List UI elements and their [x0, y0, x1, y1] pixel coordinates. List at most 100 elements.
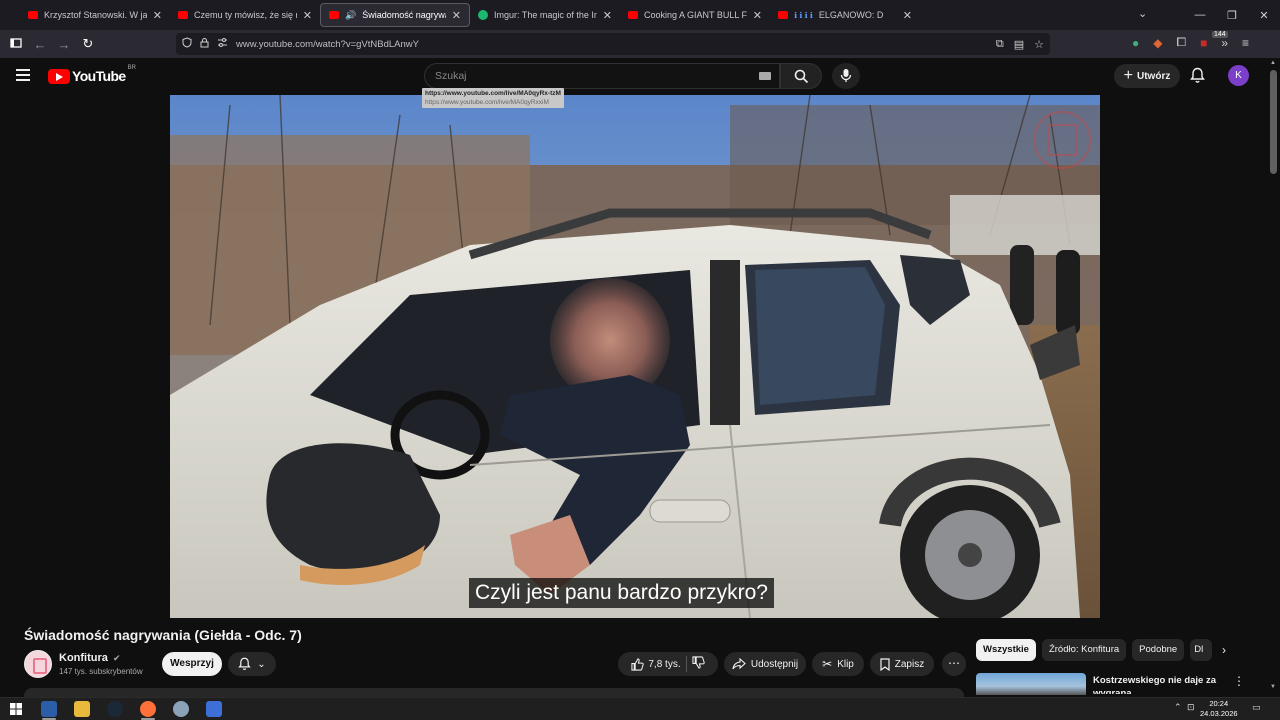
flag-emoji-prefix: ℹ ℹ ℹ ℹ — [794, 10, 813, 20]
back-arrow-icon[interactable]: ← — [28, 37, 52, 52]
extension-fox-icon[interactable]: ◆ — [1153, 36, 1162, 50]
share-button[interactable]: Udostępnij — [724, 652, 806, 676]
video-title: Świadomość nagrywania (Giełda - Odc. 7) — [24, 627, 302, 643]
scissors-icon: ✂ — [822, 657, 833, 671]
hamburger-menu-icon[interactable]: ≡ — [1242, 36, 1249, 50]
notifications-bell-icon[interactable] — [1190, 67, 1205, 89]
search-icon — [794, 69, 809, 84]
youtube-icon — [778, 11, 788, 19]
calculator-icon[interactable] — [206, 701, 222, 717]
tooltip-line-1: https://www.youtube.com/live/MA0qyRx-tzM — [425, 90, 561, 97]
close-tab-icon[interactable]: ✕ — [303, 9, 312, 22]
channel-name[interactable]: Konfitura ✔ — [59, 652, 121, 664]
close-tab-icon[interactable]: ✕ — [903, 9, 912, 22]
country-code: BR — [127, 65, 136, 71]
tab-title: Świadomość nagrywania (G — [362, 10, 446, 20]
channel-avatar[interactable] — [24, 650, 52, 678]
bookmark-star-icon[interactable]: ☆ — [1034, 38, 1044, 51]
taskbar-app-icon[interactable] — [173, 701, 189, 717]
shield-icon[interactable] — [182, 37, 192, 51]
list-all-tabs-icon[interactable]: ⌄ — [1138, 7, 1147, 20]
chip-source[interactable]: Źródło: Konfitura — [1041, 639, 1127, 661]
video-player[interactable] — [170, 95, 1100, 618]
logo-wordmark: YouTube — [72, 68, 126, 84]
page-scrollbar[interactable]: ▲ ▼ — [1268, 58, 1280, 698]
save-button[interactable]: Zapisz — [870, 652, 934, 676]
browser-tab-2[interactable]: Czemu ty mówisz, że się na cieb ✕ — [170, 0, 320, 30]
steam-icon[interactable] — [107, 701, 123, 717]
scroll-down-icon[interactable]: ▼ — [1270, 684, 1276, 690]
urlbar-actions: ⧉ ▤ ☆ — [996, 38, 1044, 51]
tab-title: ELGANOWO: D — [818, 10, 884, 20]
speaker-icon[interactable]: 🔊 — [345, 10, 356, 21]
sidebar-toggle-icon[interactable] — [4, 37, 28, 52]
chip-all[interactable]: Wszystkie — [976, 639, 1036, 661]
forward-arrow-icon[interactable]: → — [52, 37, 76, 52]
guide-menu-icon[interactable] — [16, 67, 32, 83]
youtube-logo[interactable]: YouTube BR — [48, 65, 136, 84]
close-tab-icon[interactable]: ✕ — [452, 9, 461, 22]
ublock-icon[interactable]: ■ — [1200, 36, 1207, 50]
reader-view-icon[interactable]: ▤ — [1014, 38, 1024, 51]
bookmark-icon — [880, 657, 890, 671]
subscriber-count: 147 tys. subskrybentów — [59, 667, 143, 676]
browser-tab-4[interactable]: Imgur: The magic of the Interne ✕ — [470, 0, 620, 30]
chip-partial[interactable]: Dl — [1190, 639, 1213, 661]
youtube-icon — [628, 11, 638, 19]
close-tab-icon[interactable]: ✕ — [603, 9, 612, 22]
chip-similar[interactable]: Podobne — [1132, 639, 1185, 661]
minimize-icon[interactable]: — — [1184, 9, 1216, 21]
restore-icon[interactable]: ❐ — [1216, 9, 1248, 22]
url-text[interactable]: www.youtube.com/watch?v=gVtNBdLAnwY — [236, 39, 419, 50]
like-button[interactable]: 7,8 tys. — [631, 657, 681, 671]
notifications-icon[interactable]: ▭ — [1252, 702, 1261, 713]
voice-search-button[interactable] — [832, 63, 860, 89]
lock-icon[interactable] — [200, 37, 209, 51]
search-button[interactable] — [780, 63, 822, 89]
recommendation-thumbnail[interactable] — [976, 673, 1086, 695]
address-bar[interactable]: www.youtube.com/watch?v=gVtNBdLAnwY ⧉ ▤ … — [176, 33, 1050, 55]
search-placeholder: Szukaj — [435, 70, 467, 82]
browser-tab-1[interactable]: Krzysztof Stanowski. W jakiej sp ✕ — [20, 0, 170, 30]
chevron-right-icon[interactable]: › — [1222, 643, 1226, 657]
subscription-notifications-button[interactable]: ⌄ — [228, 652, 276, 676]
permissions-icon[interactable] — [217, 38, 228, 50]
extension-badge: 144 — [1212, 31, 1228, 38]
share-arrow-icon — [732, 658, 746, 670]
dislike-button[interactable] — [692, 656, 705, 672]
more-actions-button[interactable]: ⋯ — [942, 652, 966, 676]
tray-overflow-icon[interactable]: ⌃ — [1174, 702, 1182, 713]
scroll-up-icon[interactable]: ▲ — [1270, 60, 1276, 66]
support-button[interactable]: Wesprzyj — [162, 652, 222, 676]
search-input[interactable]: Szukaj — [424, 63, 780, 89]
close-tab-icon[interactable]: ✕ — [753, 9, 762, 22]
clock-date: 24.03.2026 — [1200, 709, 1238, 718]
youtube-icon — [178, 11, 188, 19]
clip-label: Klip — [837, 658, 854, 670]
picture-in-picture-icon[interactable]: ⧉ — [996, 38, 1004, 51]
taskbar-app-icon[interactable] — [41, 701, 57, 717]
tooltip-line-2: https://www.youtube.com/live/MA0qyRxxiM — [425, 99, 549, 106]
link-preview-tooltip: https://www.youtube.com/live/MA0qyRx-tzM… — [422, 88, 564, 108]
file-explorer-icon[interactable] — [74, 701, 90, 717]
account-avatar[interactable]: K — [1228, 65, 1249, 86]
browser-tab-6[interactable]: ℹ ℹ ℹ ℹ ELGANOWO: D ✕ — [770, 0, 920, 30]
channel-name-text[interactable]: Konfitura — [59, 652, 108, 664]
recommendation-title[interactable]: Kostrzewskiego nie daje za wygrana — [1093, 674, 1223, 694]
system-clock[interactable]: 20:24 24.03.2026 — [1200, 699, 1238, 719]
close-tab-icon[interactable]: ✕ — [153, 9, 162, 22]
windows-taskbar: ⌃ ⊡ 20:24 24.03.2026 ▭ — [0, 697, 1280, 720]
extensions-puzzle-icon[interactable]: ⧠ — [1176, 35, 1186, 50]
keyboard-icon[interactable] — [759, 72, 771, 80]
recommendation-menu-icon[interactable]: ⋮ — [1233, 674, 1245, 688]
browser-tab-5[interactable]: Cooking A GIANT BULL For A G ✕ — [620, 0, 770, 30]
vpn-shield-icon[interactable]: ● — [1132, 36, 1139, 50]
create-button[interactable]: + Utwórz — [1114, 64, 1180, 88]
close-window-icon[interactable]: ✕ — [1248, 9, 1280, 22]
network-icon[interactable]: ⊡ — [1187, 702, 1195, 713]
scrollbar-thumb[interactable] — [1270, 70, 1277, 174]
reload-icon[interactable]: ↻ — [76, 36, 100, 52]
browser-tab-3-active[interactable]: 🔊 Świadomość nagrywania (G ✕ — [320, 3, 470, 27]
firefox-icon[interactable] — [140, 701, 156, 717]
clip-button[interactable]: ✂ Klip — [812, 652, 864, 676]
